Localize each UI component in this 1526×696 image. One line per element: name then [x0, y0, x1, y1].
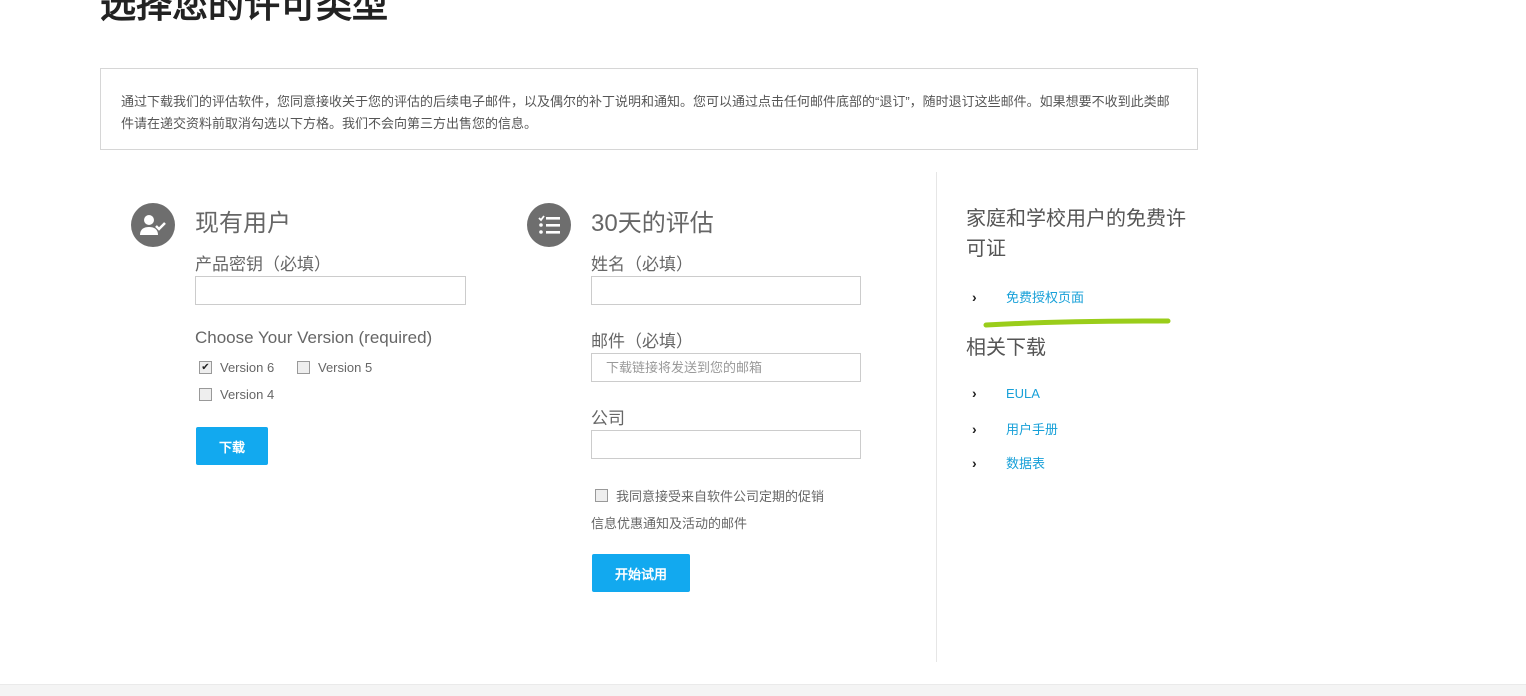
- consent-text-2: 信息优惠通知及活动的邮件: [591, 516, 748, 531]
- start-trial-button[interactable]: 开始试用: [592, 554, 690, 592]
- footer-strip: [0, 684, 1526, 696]
- existing-user-heading: 现有用户: [195, 210, 291, 237]
- chevron-right-icon: ›: [972, 385, 977, 401]
- version-label-text: Version 4: [220, 387, 275, 402]
- highlight-underline: [983, 318, 1171, 328]
- user-check-icon: [131, 203, 175, 247]
- link-text: 免费授权页面: [1006, 290, 1085, 305]
- checkbox-checked-icon: ✔: [199, 361, 212, 374]
- chevron-right-icon: ›: [972, 288, 977, 305]
- email-input[interactable]: [591, 353, 861, 382]
- free-license-link[interactable]: › 免费授权页面: [972, 287, 1084, 306]
- chevron-right-icon: ›: [972, 420, 977, 437]
- free-license-heading: 家庭和学校用户的免费许可证: [966, 208, 1186, 260]
- product-key-label: 产品密钥（必填）: [195, 255, 331, 274]
- email-notice: 通过下载我们的评估软件，您同意接收关于您的评估的后续电子邮件，以及偶尔的补丁说明…: [100, 68, 1198, 150]
- link-text: 用户手册: [1006, 422, 1059, 437]
- name-label: 姓名（必填）: [591, 255, 693, 274]
- version-4-checkbox[interactable]: Version 4: [199, 387, 274, 402]
- company-label: 公司: [591, 409, 625, 428]
- page-title: 选择您的许可类型: [100, 0, 389, 25]
- version-label-text: Version 6: [220, 360, 275, 375]
- name-input[interactable]: [591, 276, 861, 305]
- download-button[interactable]: 下载: [196, 427, 268, 465]
- consent-text: 我同意接受来自软件公司定期的促销: [616, 489, 825, 504]
- checkbox-icon: [595, 489, 608, 502]
- related-downloads-heading: 相关下载: [966, 337, 1046, 359]
- company-input[interactable]: [591, 430, 861, 459]
- version-label-text: Version 5: [318, 360, 373, 375]
- checkbox-icon: [297, 361, 310, 374]
- checkbox-icon: [199, 388, 212, 401]
- version-5-checkbox[interactable]: Version 5: [297, 360, 372, 375]
- consent-checkbox[interactable]: 我同意接受来自软件公司定期的促销: [595, 486, 824, 505]
- link-text: EULA: [1006, 385, 1040, 401]
- version-6-checkbox[interactable]: ✔ Version 6: [199, 360, 274, 375]
- chevron-right-icon: ›: [972, 454, 977, 471]
- datasheet-link[interactable]: › 数据表: [972, 453, 1045, 472]
- column-divider: [936, 172, 937, 662]
- link-text: 数据表: [1006, 456, 1046, 471]
- version-label: Choose Your Version (required): [195, 328, 433, 347]
- trial-heading: 30天的评估: [591, 210, 714, 237]
- eula-link[interactable]: › EULA: [972, 385, 1040, 401]
- checklist-icon: [527, 203, 571, 247]
- user-manual-link[interactable]: › 用户手册: [972, 419, 1058, 438]
- product-key-input[interactable]: [195, 276, 466, 305]
- email-label: 邮件（必填）: [591, 332, 693, 351]
